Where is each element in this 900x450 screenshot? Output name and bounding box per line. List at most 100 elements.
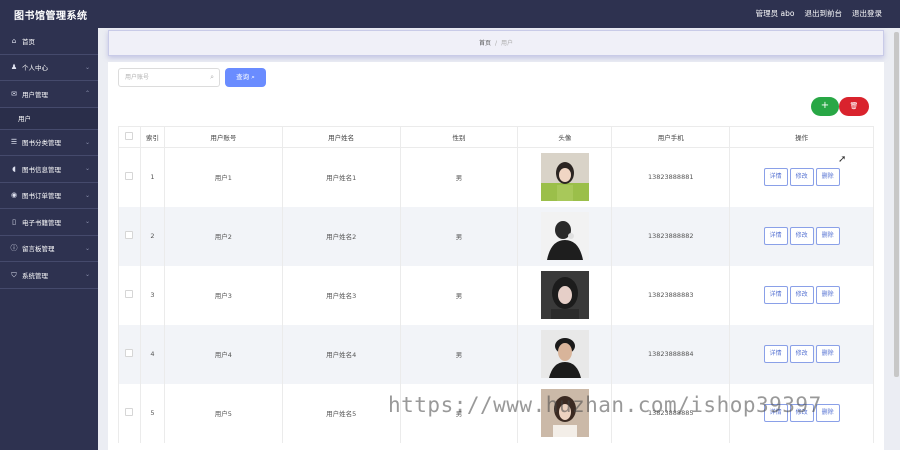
back-to-front-link[interactable]: 退出到前台 bbox=[805, 8, 843, 19]
table-row: 2 用户2 用户姓名2 男 13823888882 详情 修改 删除 bbox=[118, 206, 874, 266]
search-button[interactable]: 查询 ⌕ bbox=[225, 68, 266, 87]
cell-phone: 13823888883 bbox=[611, 265, 731, 325]
list-icon: ☰ bbox=[10, 138, 18, 147]
avatar bbox=[540, 153, 589, 202]
sidebar-item-label: 电子书籍管理 bbox=[22, 218, 61, 227]
cell-phone: 13823888881 bbox=[611, 147, 731, 207]
sidebar-item-system[interactable]: ⛉ 系统管理 ⌄ bbox=[0, 262, 98, 289]
header-select[interactable] bbox=[118, 126, 141, 148]
sidebar-item-profile[interactable]: ♟ 个人中心 ⌄ bbox=[0, 55, 98, 81]
table-row: 3 用户3 用户姓名3 男 13823888883 详情 修改 删除 bbox=[118, 265, 874, 325]
select-all-checkbox[interactable] bbox=[125, 132, 134, 140]
cell-account: 用户1 bbox=[163, 147, 283, 207]
detail-button[interactable]: 详情 bbox=[763, 227, 788, 245]
delete-button[interactable]: 删除 bbox=[815, 227, 840, 245]
edit-button[interactable]: 修改 bbox=[789, 168, 814, 187]
edit-button[interactable]: 修改 bbox=[789, 286, 814, 304]
table-row: 1 用户1 用户姓名1 男 13823888881 详情 修改 删除 bbox=[118, 147, 874, 207]
header-gender: 性别 bbox=[399, 126, 519, 148]
breadcrumb-separator: / bbox=[494, 40, 498, 47]
cell-account: 用户2 bbox=[163, 206, 283, 266]
sidebar-item-label: 图书信息管理 bbox=[22, 165, 61, 174]
detail-button[interactable]: 详情 bbox=[763, 286, 788, 304]
batch-delete-button[interactable]: 🗑 bbox=[839, 97, 869, 116]
search-button-label: 查询 bbox=[236, 73, 250, 81]
cell-index: 1 bbox=[139, 147, 165, 207]
edit-button[interactable]: 修改 bbox=[789, 227, 814, 245]
delete-button[interactable]: 删除 bbox=[815, 345, 840, 363]
sidebar-item-home[interactable]: ⌂ 首页 bbox=[0, 28, 98, 55]
sidebar-item-label: 个人中心 bbox=[22, 64, 48, 73]
sidebar: ⌂ 首页 ♟ 个人中心 ⌄ ✉ 用户管理 ⌃ 用户 ☰ 图书分类管理 ⌄ ◖ 图… bbox=[0, 28, 98, 450]
content-panel: 用户账号 ⌕ 查询 ⌕ + 🗑 索引 用户账号 用户姓名 性别 头像 用户手机 bbox=[108, 62, 884, 450]
chevron-down-icon: ⌄ bbox=[84, 165, 90, 172]
cell-name: 用户姓名3 bbox=[281, 265, 401, 325]
chevron-down-icon: ⌄ bbox=[84, 191, 90, 199]
sidebar-item-label: 首页 bbox=[22, 37, 35, 46]
header-name: 用户姓名 bbox=[281, 126, 401, 148]
avatar bbox=[540, 330, 589, 378]
row-checkbox[interactable] bbox=[125, 408, 134, 416]
search-input[interactable]: 用户账号 ⌕ bbox=[118, 68, 220, 87]
cell-gender: 男 bbox=[399, 147, 519, 207]
cell-name: 用户姓名2 bbox=[281, 206, 401, 266]
admin-user-label: 管理员 abo bbox=[755, 9, 795, 18]
search-placeholder: 用户账号 bbox=[125, 74, 150, 81]
add-button[interactable]: + bbox=[811, 97, 839, 116]
sidebar-item-label: 图书订单管理 bbox=[22, 192, 61, 201]
cell-account: 用户5 bbox=[163, 383, 283, 443]
main-content: 首页/用户 用户账号 ⌕ 查询 ⌕ + 🗑 索引 用户账号 用户姓名 性别 bbox=[98, 28, 900, 450]
sidebar-item-messages[interactable]: ⓘ 留言板管理 ⌄ bbox=[0, 236, 98, 262]
cell-gender: 男 bbox=[399, 206, 519, 266]
sidebar-item-book-category[interactable]: ☰ 图书分类管理 ⌄ bbox=[0, 130, 98, 156]
breadcrumb: 首页 / 用户 bbox=[108, 30, 884, 56]
top-bar-actions: 管理员 abo 退出到前台 退出登录 bbox=[756, 8, 882, 19]
chevron-down-icon: ⌄ bbox=[84, 63, 90, 71]
sidebar-item-ebooks[interactable]: ▯ 电子书籍管理 ⌄ bbox=[0, 209, 98, 236]
delete-button[interactable]: 删除 bbox=[815, 168, 840, 187]
delete-button[interactable]: 删除 bbox=[815, 286, 840, 304]
cell-name: 用户姓名1 bbox=[281, 147, 401, 207]
trash-icon: 🗑 bbox=[849, 102, 859, 110]
mail-icon: ✉ bbox=[11, 89, 17, 98]
sidebar-item-users[interactable]: ✉ 用户管理 ⌃ bbox=[0, 81, 98, 108]
row-checkbox[interactable] bbox=[125, 290, 134, 298]
search-icon: ⌕ bbox=[251, 73, 255, 81]
watermark: https://www.huzhan.com/ishop39397 bbox=[388, 393, 822, 417]
cell-index: 4 bbox=[139, 324, 165, 384]
scrollbar[interactable] bbox=[894, 32, 899, 377]
cell-index: 5 bbox=[139, 383, 165, 443]
cell-name: 用户姓名4 bbox=[281, 324, 401, 384]
cell-name: 用户姓名5 bbox=[281, 383, 401, 443]
sidebar-subitem-user[interactable]: 用户 bbox=[0, 107, 98, 130]
logout-link[interactable]: 退出登录 bbox=[852, 8, 882, 19]
phone-icon: ▯ bbox=[12, 217, 16, 226]
cell-index: 2 bbox=[139, 206, 165, 266]
top-bar: 图书馆管理系统 管理员 abo 退出到前台 退出登录 bbox=[0, 0, 900, 28]
sidebar-item-label: 系统管理 bbox=[22, 271, 48, 280]
header-account: 用户账号 bbox=[163, 126, 283, 148]
cell-gender: 男 bbox=[399, 265, 519, 325]
sidebar-item-label: 用户管理 bbox=[22, 90, 48, 99]
sidebar-item-book-info[interactable]: ◖ 图书信息管理 ⌄ bbox=[0, 156, 98, 183]
home-icon: ⌂ bbox=[11, 36, 17, 45]
header-index: 索引 bbox=[139, 126, 165, 148]
breadcrumb-home[interactable]: 首页 bbox=[479, 40, 491, 47]
detail-button[interactable]: 详情 bbox=[763, 168, 788, 187]
sidebar-item-label: 图书分类管理 bbox=[22, 139, 61, 148]
table-header-row: 索引 用户账号 用户姓名 性别 头像 用户手机 操作 bbox=[118, 126, 874, 148]
mouse-cursor-icon: ➚ bbox=[838, 154, 847, 165]
chevron-up-icon: ⌃ bbox=[84, 90, 90, 97]
cell-phone: 13823888882 bbox=[611, 206, 731, 266]
row-checkbox[interactable] bbox=[125, 349, 134, 357]
edit-button[interactable]: 修改 bbox=[789, 345, 814, 363]
breadcrumb-current: 用户 bbox=[501, 40, 514, 47]
info-icon: ⓘ bbox=[10, 244, 18, 253]
detail-button[interactable]: 详情 bbox=[763, 345, 788, 363]
row-checkbox[interactable] bbox=[125, 231, 134, 239]
sidebar-item-book-orders[interactable]: ◉ 图书订单管理 ⌄ bbox=[0, 183, 98, 209]
avatar bbox=[540, 271, 589, 319]
header-avatar: 头像 bbox=[517, 126, 613, 148]
shield-icon: ⛉ bbox=[11, 270, 17, 279]
row-checkbox[interactable] bbox=[125, 172, 134, 181]
